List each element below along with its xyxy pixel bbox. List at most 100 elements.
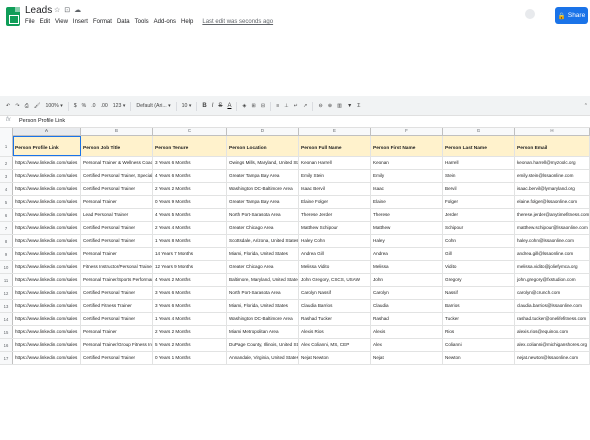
table-cell[interactable]: Carolyn [371, 287, 443, 299]
row-number[interactable]: 13 [0, 300, 13, 312]
menu-insert[interactable]: Insert [73, 19, 88, 25]
table-cell[interactable]: Keonan [371, 157, 443, 169]
table-cell[interactable]: Colianni [443, 339, 515, 351]
strikethrough-button[interactable]: S [218, 103, 222, 109]
table-cell[interactable]: https://www.linkedin.com/sales [13, 261, 81, 273]
table-cell[interactable]: haley.cohn@lssaonline.com [515, 235, 590, 247]
paint-format-icon[interactable]: 🖌 [34, 103, 41, 109]
table-cell[interactable]: Certified Fitness Trainer [81, 300, 153, 312]
table-cell[interactable]: Bervil [443, 183, 515, 195]
table-cell[interactable]: Nejat Newton [299, 352, 371, 364]
table-cell[interactable]: Matthew Schipour [299, 222, 371, 234]
row-number[interactable]: 7 [0, 222, 13, 234]
horizontal-align-icon[interactable]: ≡ [276, 103, 279, 109]
table-cell[interactable]: Certified Personal Trainer [81, 352, 153, 364]
fill-color-icon[interactable]: ◈ [242, 103, 246, 109]
table-cell[interactable]: 3 Years 6 Months [153, 157, 227, 169]
table-cell[interactable]: claudia.barrios@lssaonline.com [515, 300, 590, 312]
table-cell[interactable]: john.gregory@fxstudion.com [515, 274, 590, 286]
table-cell[interactable]: https://www.linkedin.com/sales [13, 183, 81, 195]
header-cell[interactable]: Person Location [227, 136, 299, 156]
column-header-e[interactable]: E [299, 128, 371, 135]
table-cell[interactable]: 14 Years 7 Months [153, 248, 227, 260]
table-cell[interactable]: Miami Metropolitan Area [227, 326, 299, 338]
table-cell[interactable]: https://www.linkedin.com/sales [13, 313, 81, 325]
menu-help[interactable]: Help [181, 19, 193, 25]
table-cell[interactable]: Certified Personal Trainer [81, 313, 153, 325]
table-cell[interactable]: Nejat [371, 352, 443, 364]
table-cell[interactable]: Annandale, Virginia, United States [227, 352, 299, 364]
table-cell[interactable]: Alex Colianni, MS, CEP [299, 339, 371, 351]
row-number[interactable]: 11 [0, 274, 13, 286]
more-toolbar-icon[interactable]: ⌃ [584, 103, 588, 109]
table-cell[interactable]: Andrea [371, 248, 443, 260]
table-cell[interactable]: keonan.harrell@myzoolc.org [515, 157, 590, 169]
table-cell[interactable]: Claudia Barrios [299, 300, 371, 312]
table-cell[interactable]: Schipour [443, 222, 515, 234]
table-cell[interactable]: Elaine [371, 196, 443, 208]
table-cell[interactable]: Baltimore, Maryland, United States [227, 274, 299, 286]
table-cell[interactable]: https://www.linkedin.com/sales [13, 209, 81, 221]
row-number[interactable]: 12 [0, 287, 13, 299]
filter-icon[interactable]: ▼ [347, 103, 352, 109]
last-edit-link[interactable]: Last edit was seconds ago [202, 19, 273, 25]
table-cell[interactable]: Isaac [371, 183, 443, 195]
document-title[interactable]: Leads [25, 5, 52, 16]
table-cell[interactable]: Haley Cohn [299, 235, 371, 247]
table-cell[interactable]: Greater Chicago Area [227, 222, 299, 234]
table-cell[interactable]: elaine.folger@lssaonline.com [515, 196, 590, 208]
row-number[interactable]: 17 [0, 352, 13, 364]
table-cell[interactable]: Melissa [371, 261, 443, 273]
column-header-g[interactable]: G [443, 128, 515, 135]
table-cell[interactable]: Certified Personal Trainer [81, 222, 153, 234]
table-cell[interactable]: Greater Tampa Bay Area [227, 196, 299, 208]
table-cell[interactable]: 2 Years 2 Months [153, 326, 227, 338]
table-cell[interactable]: Elaine Folger [299, 196, 371, 208]
font-size-select[interactable]: 10 ▾ [182, 103, 192, 109]
header-cell[interactable]: Person First Name [371, 136, 443, 156]
table-cell[interactable]: Alexis Rios [299, 326, 371, 338]
share-button[interactable]: 🔒 Share [555, 7, 588, 24]
table-cell[interactable]: https://www.linkedin.com/sales [13, 300, 81, 312]
table-cell[interactable]: Certified Personal Trainer [81, 287, 153, 299]
table-cell[interactable]: Therese [371, 209, 443, 221]
menu-tools[interactable]: Tools [135, 19, 149, 25]
font-select[interactable]: Default (Ari... ▾ [136, 103, 170, 109]
table-cell[interactable]: https://www.linkedin.com/sales [13, 339, 81, 351]
table-cell[interactable]: Keonan Harrell [299, 157, 371, 169]
table-cell[interactable]: Emily [371, 170, 443, 182]
table-cell[interactable]: Emily Stein [299, 170, 371, 182]
increase-decimal-button[interactable]: .00 [101, 103, 108, 109]
table-cell[interactable]: Greater Tampa Bay Area [227, 170, 299, 182]
table-cell[interactable]: Personal Trainer [81, 248, 153, 260]
table-cell[interactable]: Miami, Florida, United States [227, 300, 299, 312]
table-cell[interactable]: 2 Years 4 Months [153, 222, 227, 234]
table-cell[interactable]: 5 Years 2 Months [153, 339, 227, 351]
row-number[interactable]: 14 [0, 313, 13, 325]
table-cell[interactable]: 1 Years 4 Months [153, 313, 227, 325]
table-cell[interactable]: Jerder [443, 209, 515, 221]
table-cell[interactable]: Greater Chicago Area [227, 261, 299, 273]
column-header-d[interactable]: D [227, 128, 299, 135]
decrease-decimal-button[interactable]: .0 [91, 103, 95, 109]
table-cell[interactable]: Nassif [443, 287, 515, 299]
table-cell[interactable]: Newton [443, 352, 515, 364]
table-cell[interactable]: 1 Years 8 Months [153, 235, 227, 247]
row-number[interactable]: 3 [0, 170, 13, 182]
header-cell[interactable]: Person Profile Link [13, 136, 81, 156]
table-cell[interactable]: 4 Years 2 Months [153, 274, 227, 286]
percent-format-button[interactable]: % [82, 103, 87, 109]
table-cell[interactable]: Tucker [443, 313, 515, 325]
table-cell[interactable]: matthew.schipour@lssaonline.com [515, 222, 590, 234]
row-number[interactable]: 1 [0, 136, 13, 156]
currency-format-button[interactable]: $ [74, 103, 77, 109]
text-rotation-icon[interactable]: ↗ [303, 103, 307, 109]
row-number[interactable]: 4 [0, 183, 13, 195]
table-cell[interactable]: 0 Years 9 Months [153, 196, 227, 208]
row-number[interactable]: 8 [0, 235, 13, 247]
table-cell[interactable]: Personal Trainer [81, 326, 153, 338]
table-cell[interactable]: Rios [443, 326, 515, 338]
table-cell[interactable]: Alexis [371, 326, 443, 338]
print-icon[interactable]: ⎙ [25, 103, 29, 110]
table-cell[interactable]: Personal Trainer [81, 196, 153, 208]
